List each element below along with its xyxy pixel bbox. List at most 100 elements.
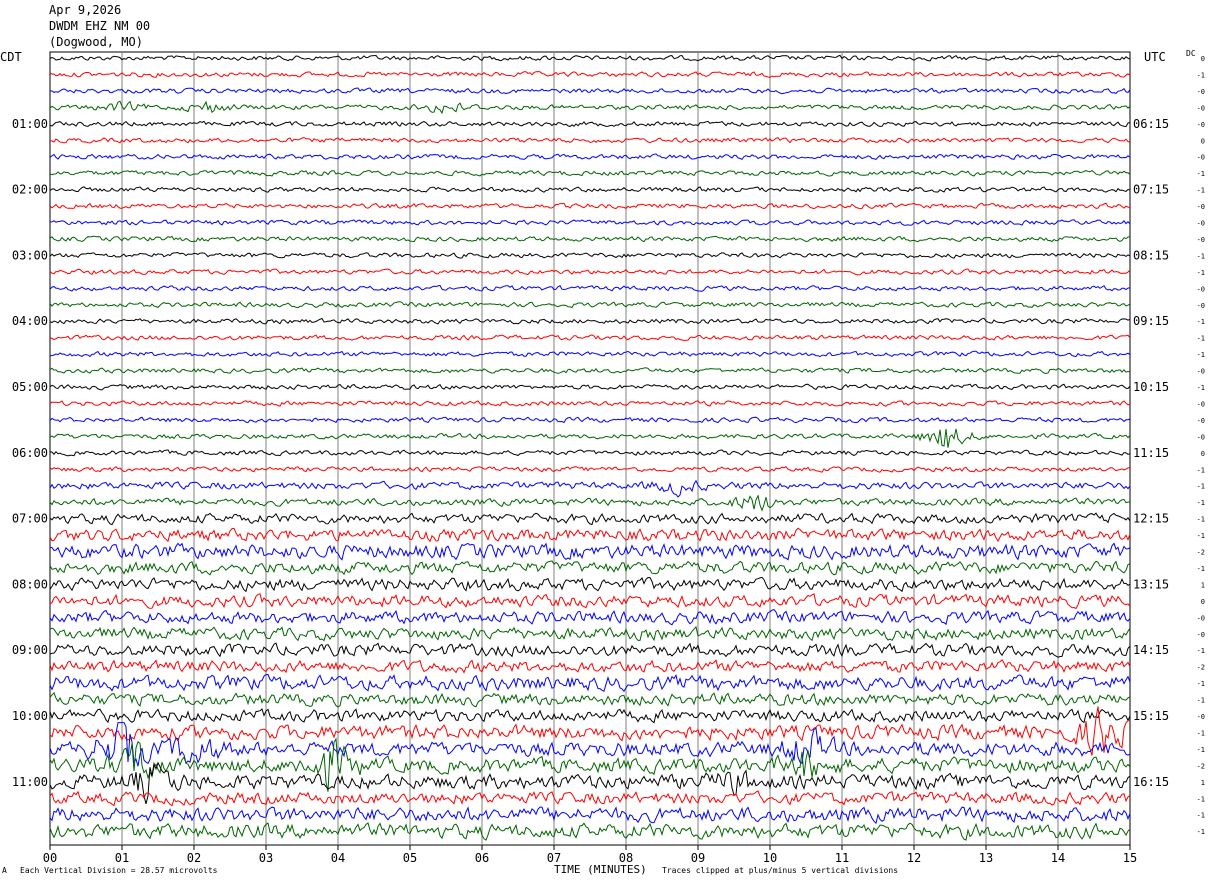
dc-offset-label: -1 <box>1197 466 1205 474</box>
dc-offset-label: -1 <box>1197 269 1205 277</box>
dc-offset-label: -0 <box>1197 614 1205 622</box>
trace-line <box>49 153 1131 161</box>
dc-offset-label: -1 <box>1197 335 1205 343</box>
trace-line <box>49 120 1131 128</box>
clip-note: Traces clipped at plus/minus 5 vertical … <box>662 866 899 875</box>
left-hour-label: 01:00 <box>12 117 48 131</box>
dc-offset-label: -1 <box>1197 746 1205 754</box>
dc-offset-label: -0 <box>1197 88 1205 96</box>
trace-line <box>49 706 1131 756</box>
x-tick-label: 06 <box>475 851 489 865</box>
dc-offset-label: -2 <box>1197 664 1205 672</box>
right-hour-label: 06:15 <box>1133 117 1169 131</box>
right-hour-label: 09:15 <box>1133 314 1169 328</box>
dc-offset-label: -1 <box>1197 647 1205 655</box>
dc-offset-label: -1 <box>1197 252 1205 260</box>
trace-line <box>49 737 1131 792</box>
x-tick-label: 04 <box>331 851 345 865</box>
dc-offset-label: 0 <box>1201 137 1205 145</box>
right-hour-label: 16:15 <box>1133 775 1169 789</box>
trace-line <box>49 449 1131 457</box>
dc-offset-label: 0 <box>1201 55 1205 63</box>
trace-line <box>49 593 1131 610</box>
trace-line <box>49 576 1131 593</box>
x-tick-label: 09 <box>691 851 705 865</box>
x-tick-label: 12 <box>907 851 921 865</box>
left-hour-label: 02:00 <box>12 183 48 197</box>
right-hour-label: 13:15 <box>1133 577 1169 591</box>
x-tick-label: 11 <box>835 851 849 865</box>
dc-offset-label: -2 <box>1197 549 1205 557</box>
dc-offset-label: -1 <box>1197 483 1205 491</box>
dc-offset-label: 1 <box>1201 779 1205 787</box>
trace-line <box>50 136 1131 144</box>
dc-offset-label: -1 <box>1197 351 1205 359</box>
dc-offset-label: -0 <box>1197 433 1205 441</box>
trace-line <box>49 465 1131 473</box>
dc-offset-label: -1 <box>1197 170 1205 178</box>
dc-offset-label: -0 <box>1197 203 1205 211</box>
dc-offset-label: -0 <box>1197 713 1205 721</box>
dc-offset-label: 1 <box>1201 581 1205 589</box>
x-tick-label: 10 <box>763 851 777 865</box>
trace-line <box>49 202 1131 210</box>
trace-line <box>49 494 1130 512</box>
x-tick-label: 05 <box>403 851 417 865</box>
dc-offset-label: -1 <box>1197 828 1205 836</box>
trace-line <box>49 400 1131 407</box>
right-hour-label: 12:15 <box>1133 512 1169 526</box>
trace-line <box>49 367 1131 375</box>
trace-line <box>49 806 1131 825</box>
trace-line <box>49 301 1131 309</box>
dc-offset-label: -0 <box>1197 631 1205 639</box>
trace-line <box>49 479 1131 498</box>
dc-offset-label: -0 <box>1197 154 1205 162</box>
trace-line <box>49 100 1131 115</box>
dc-offset-label: -0 <box>1197 236 1205 244</box>
left-hour-label: 05:00 <box>12 380 48 394</box>
x-tick-label: 03 <box>259 851 273 865</box>
scale-note: Each Vertical Division = 28.57 microvolt… <box>20 866 218 875</box>
trace-line <box>49 235 1131 243</box>
trace-line <box>49 625 1131 642</box>
dc-offset-label: -1 <box>1197 384 1205 392</box>
dc-offset-label: -2 <box>1197 762 1205 770</box>
x-axis-title: TIME (MINUTES) <box>554 863 647 876</box>
trace-line <box>49 609 1131 626</box>
dc-offset-label: -1 <box>1197 499 1205 507</box>
trace-line <box>49 334 1131 342</box>
x-tick-label: 14 <box>1051 851 1065 865</box>
trace-line <box>49 642 1131 658</box>
dc-offset-label: -1 <box>1197 697 1205 705</box>
left-hour-label: 10:00 <box>12 709 48 723</box>
dc-offset-label: -1 <box>1197 729 1205 737</box>
dc-offset-label: -1 <box>1197 565 1205 573</box>
x-tick-label: 02 <box>187 851 201 865</box>
dc-offset-label: 0 <box>1201 598 1205 606</box>
trace-line <box>49 71 1131 78</box>
right-hour-label: 11:15 <box>1133 446 1169 460</box>
trace-line <box>49 560 1131 576</box>
dc-offset-label: -0 <box>1197 400 1205 408</box>
dc-offset-label: -1 <box>1197 795 1205 803</box>
x-tick-label: 01 <box>115 851 129 865</box>
trace-line <box>49 416 1131 424</box>
trace-line <box>49 252 1131 259</box>
left-hour-label: 06:00 <box>12 446 48 460</box>
seismogram-plot: 00 01 02 03 04 05 06 07 08 09 10 11 12 13 14 150-1-0-0-… <box>12 51 1205 865</box>
trace-line <box>49 87 1131 95</box>
left-hour-label: 11:00 <box>12 775 48 789</box>
trace-line <box>49 692 1131 708</box>
dc-offset-label: -1 <box>1197 516 1205 524</box>
trace-line <box>49 790 1131 807</box>
dc-offset-label: -1 <box>1197 532 1205 540</box>
right-hour-label: 14:15 <box>1133 643 1169 657</box>
dc-offset-label: -1 <box>1197 318 1205 326</box>
trace-line <box>49 383 1131 391</box>
trace-line <box>49 822 1131 841</box>
trace-line <box>49 512 1131 526</box>
dc-offset-label: -0 <box>1197 220 1205 228</box>
right-hour-label: 15:15 <box>1133 709 1169 723</box>
trace-line <box>49 284 1131 292</box>
x-tick-label: 15 <box>1123 851 1137 865</box>
